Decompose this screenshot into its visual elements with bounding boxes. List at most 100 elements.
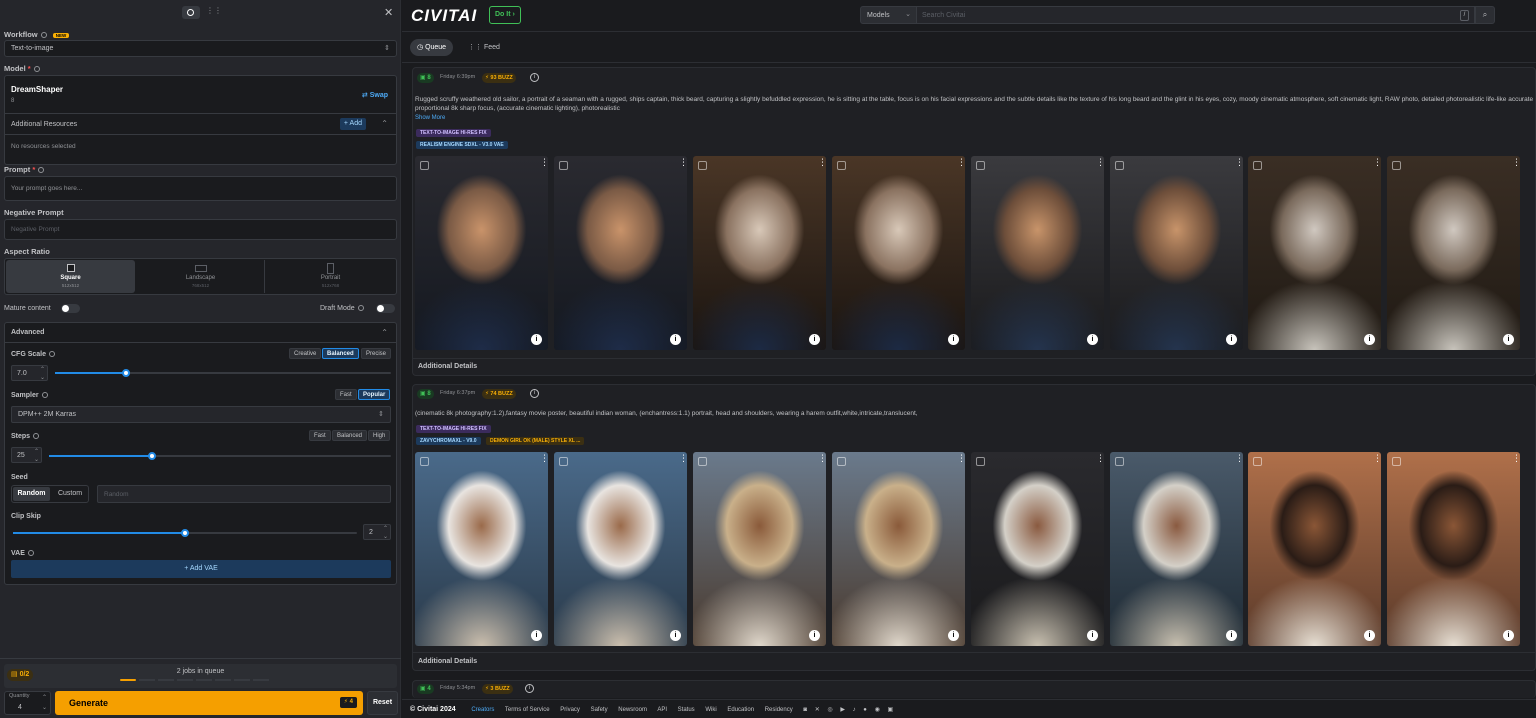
generated-image[interactable]: ⋮ i — [832, 156, 965, 350]
select-checkbox[interactable] — [1253, 457, 1262, 466]
prompt-input[interactable]: Your prompt goes here... — [4, 176, 397, 201]
generated-image[interactable]: ⋮ i — [971, 156, 1104, 350]
generated-image[interactable]: ⋮ i — [415, 156, 548, 350]
more-options-icon[interactable]: ⋮ — [1373, 158, 1381, 171]
generated-image[interactable]: ⋮ i — [1248, 452, 1381, 646]
steps-slider[interactable] — [49, 452, 391, 460]
civitai-logo[interactable]: CIVITAI — [411, 6, 477, 26]
more-options-icon[interactable]: ⋮ — [1512, 158, 1520, 171]
select-checkbox[interactable] — [1392, 457, 1401, 466]
search-scope-select[interactable]: Models ⌄ — [860, 6, 917, 24]
generated-image[interactable]: ⋮ i — [1110, 156, 1243, 350]
stepper-icon[interactable]: ⌃ ⌄ — [42, 693, 47, 713]
show-more-link[interactable]: Show More — [415, 115, 445, 121]
info-icon[interactable]: i — [1226, 334, 1237, 345]
info-icon[interactable]: i — [1364, 630, 1375, 641]
select-checkbox[interactable] — [420, 457, 429, 466]
generated-image[interactable]: ⋮ i — [1387, 156, 1520, 350]
more-options-icon[interactable]: ⋮ — [1096, 454, 1104, 467]
additional-details-toggle[interactable]: Additional Details — [418, 658, 477, 665]
generated-image[interactable]: ⋮ i — [1248, 156, 1381, 350]
more-options-icon[interactable]: ⋮ — [1096, 158, 1104, 171]
youtube-icon[interactable]: ▶ — [840, 707, 845, 713]
search-icon[interactable]: ⌕ — [1475, 6, 1495, 24]
quantity-input[interactable]: Quantity 4 ⌃ ⌄ — [4, 691, 51, 715]
more-options-icon[interactable]: ⋮ — [679, 454, 687, 467]
x-icon[interactable]: ✕ — [815, 707, 820, 713]
generated-image[interactable]: ⋮ i — [832, 452, 965, 646]
grid-icon[interactable]: ⋮⋮ — [206, 7, 222, 15]
swap-button[interactable]: ⇄ Swap — [362, 91, 388, 99]
more-options-icon[interactable]: ⋮ — [1373, 454, 1381, 467]
sampler-preset-fast[interactable]: Fast — [335, 389, 357, 400]
generated-image[interactable]: ⋮ i — [693, 156, 826, 350]
info-icon[interactable]: i — [1503, 630, 1514, 641]
select-checkbox[interactable] — [698, 161, 707, 170]
more-options-icon[interactable]: ⋮ — [1512, 454, 1520, 467]
more-options-icon[interactable]: ⋮ — [1235, 454, 1243, 467]
seed-mode-custom[interactable]: Custom — [52, 487, 88, 501]
steps-preset-fast[interactable]: Fast — [309, 430, 331, 441]
select-checkbox[interactable] — [1115, 457, 1124, 466]
aspect-landscape[interactable]: Landscape 768x512 — [136, 260, 265, 293]
additional-details-toggle[interactable]: Additional Details — [418, 363, 477, 370]
aspect-portrait[interactable]: Portrait 512x768 — [266, 260, 395, 293]
more-options-icon[interactable]: ⋮ — [679, 158, 687, 171]
clip-slider-knob[interactable] — [181, 529, 189, 537]
info-icon[interactable]: i — [670, 334, 681, 345]
select-checkbox[interactable] — [1392, 161, 1401, 170]
footer-link-api[interactable]: API — [657, 707, 667, 713]
close-icon[interactable]: ✕ — [384, 6, 393, 19]
generated-image[interactable]: ⋮ i — [554, 452, 687, 646]
select-checkbox[interactable] — [837, 457, 846, 466]
history-icon[interactable] — [182, 6, 200, 19]
tab-feed[interactable]: ⋮⋮ Feed — [466, 39, 502, 56]
info-icon[interactable]: i — [1364, 334, 1375, 345]
footer-link-education[interactable]: Education — [727, 707, 754, 713]
select-checkbox[interactable] — [1115, 161, 1124, 170]
more-options-icon[interactable]: ⋮ — [1235, 158, 1243, 171]
more-options-icon[interactable]: ⋮ — [540, 158, 548, 171]
info-icon[interactable]: i — [531, 630, 542, 641]
tiktok-icon[interactable]: ♪ — [853, 707, 856, 713]
footer-link-wiki[interactable]: Wiki — [705, 707, 716, 713]
mature-content-toggle[interactable] — [61, 304, 80, 313]
do-it-button[interactable]: Do It › — [489, 6, 521, 24]
steps-slider-knob[interactable] — [148, 452, 156, 460]
generated-image[interactable]: ⋮ i — [554, 156, 687, 350]
info-icon[interactable]: i — [530, 389, 539, 398]
more-options-icon[interactable]: ⋮ — [957, 158, 965, 171]
model-name[interactable]: DreamShaper — [11, 85, 63, 94]
draft-mode-toggle[interactable] — [376, 304, 395, 313]
sampler-preset-popular[interactable]: Popular — [358, 389, 391, 400]
reset-button[interactable]: Reset — [367, 691, 398, 715]
clip-skip-input[interactable]: 2 ⌃ ⌄ — [363, 524, 391, 540]
sampler-select[interactable]: DPM++ 2M Karras ⇕ — [11, 406, 391, 423]
footer-link-residency[interactable]: Residency — [765, 707, 793, 713]
select-checkbox[interactable] — [420, 161, 429, 170]
footer-link-privacy[interactable]: Privacy — [560, 707, 580, 713]
stepper-icon[interactable]: ⌃ ⌄ — [34, 448, 39, 464]
more-options-icon[interactable]: ⋮ — [818, 158, 826, 171]
cfg-preset-creative[interactable]: Creative — [289, 348, 322, 359]
tag-badge[interactable]: REALISM ENGINE SDXL - V3.0 VAE — [416, 141, 508, 149]
select-checkbox[interactable] — [976, 161, 985, 170]
cfg-preset-precise[interactable]: Precise — [361, 348, 392, 359]
generated-image[interactable]: ⋮ i — [415, 452, 548, 646]
steps-preset-balanced[interactable]: Balanced — [332, 430, 368, 441]
steps-input[interactable]: 25 ⌃ ⌄ — [11, 447, 42, 463]
generated-image[interactable]: ⋮ i — [693, 452, 826, 646]
seed-mode-random[interactable]: Random — [13, 487, 50, 501]
select-checkbox[interactable] — [698, 457, 707, 466]
tab-queue[interactable]: ◷ Queue — [410, 39, 454, 56]
reddit-icon[interactable]: ● — [863, 707, 867, 713]
cfg-preset-balanced[interactable]: Balanced — [322, 348, 359, 359]
cfg-scale-input[interactable]: 7.0 ⌃ ⌄ — [11, 365, 48, 381]
footer-link-creators[interactable]: Creators — [471, 707, 494, 713]
twitch-icon[interactable]: ▣ — [888, 707, 894, 713]
info-icon[interactable]: i — [948, 630, 959, 641]
select-checkbox[interactable] — [559, 161, 568, 170]
instagram-icon[interactable]: ◎ — [827, 707, 832, 713]
advanced-label[interactable]: Advanced — [11, 329, 44, 336]
footer-link-newsroom[interactable]: Newsroom — [618, 707, 647, 713]
